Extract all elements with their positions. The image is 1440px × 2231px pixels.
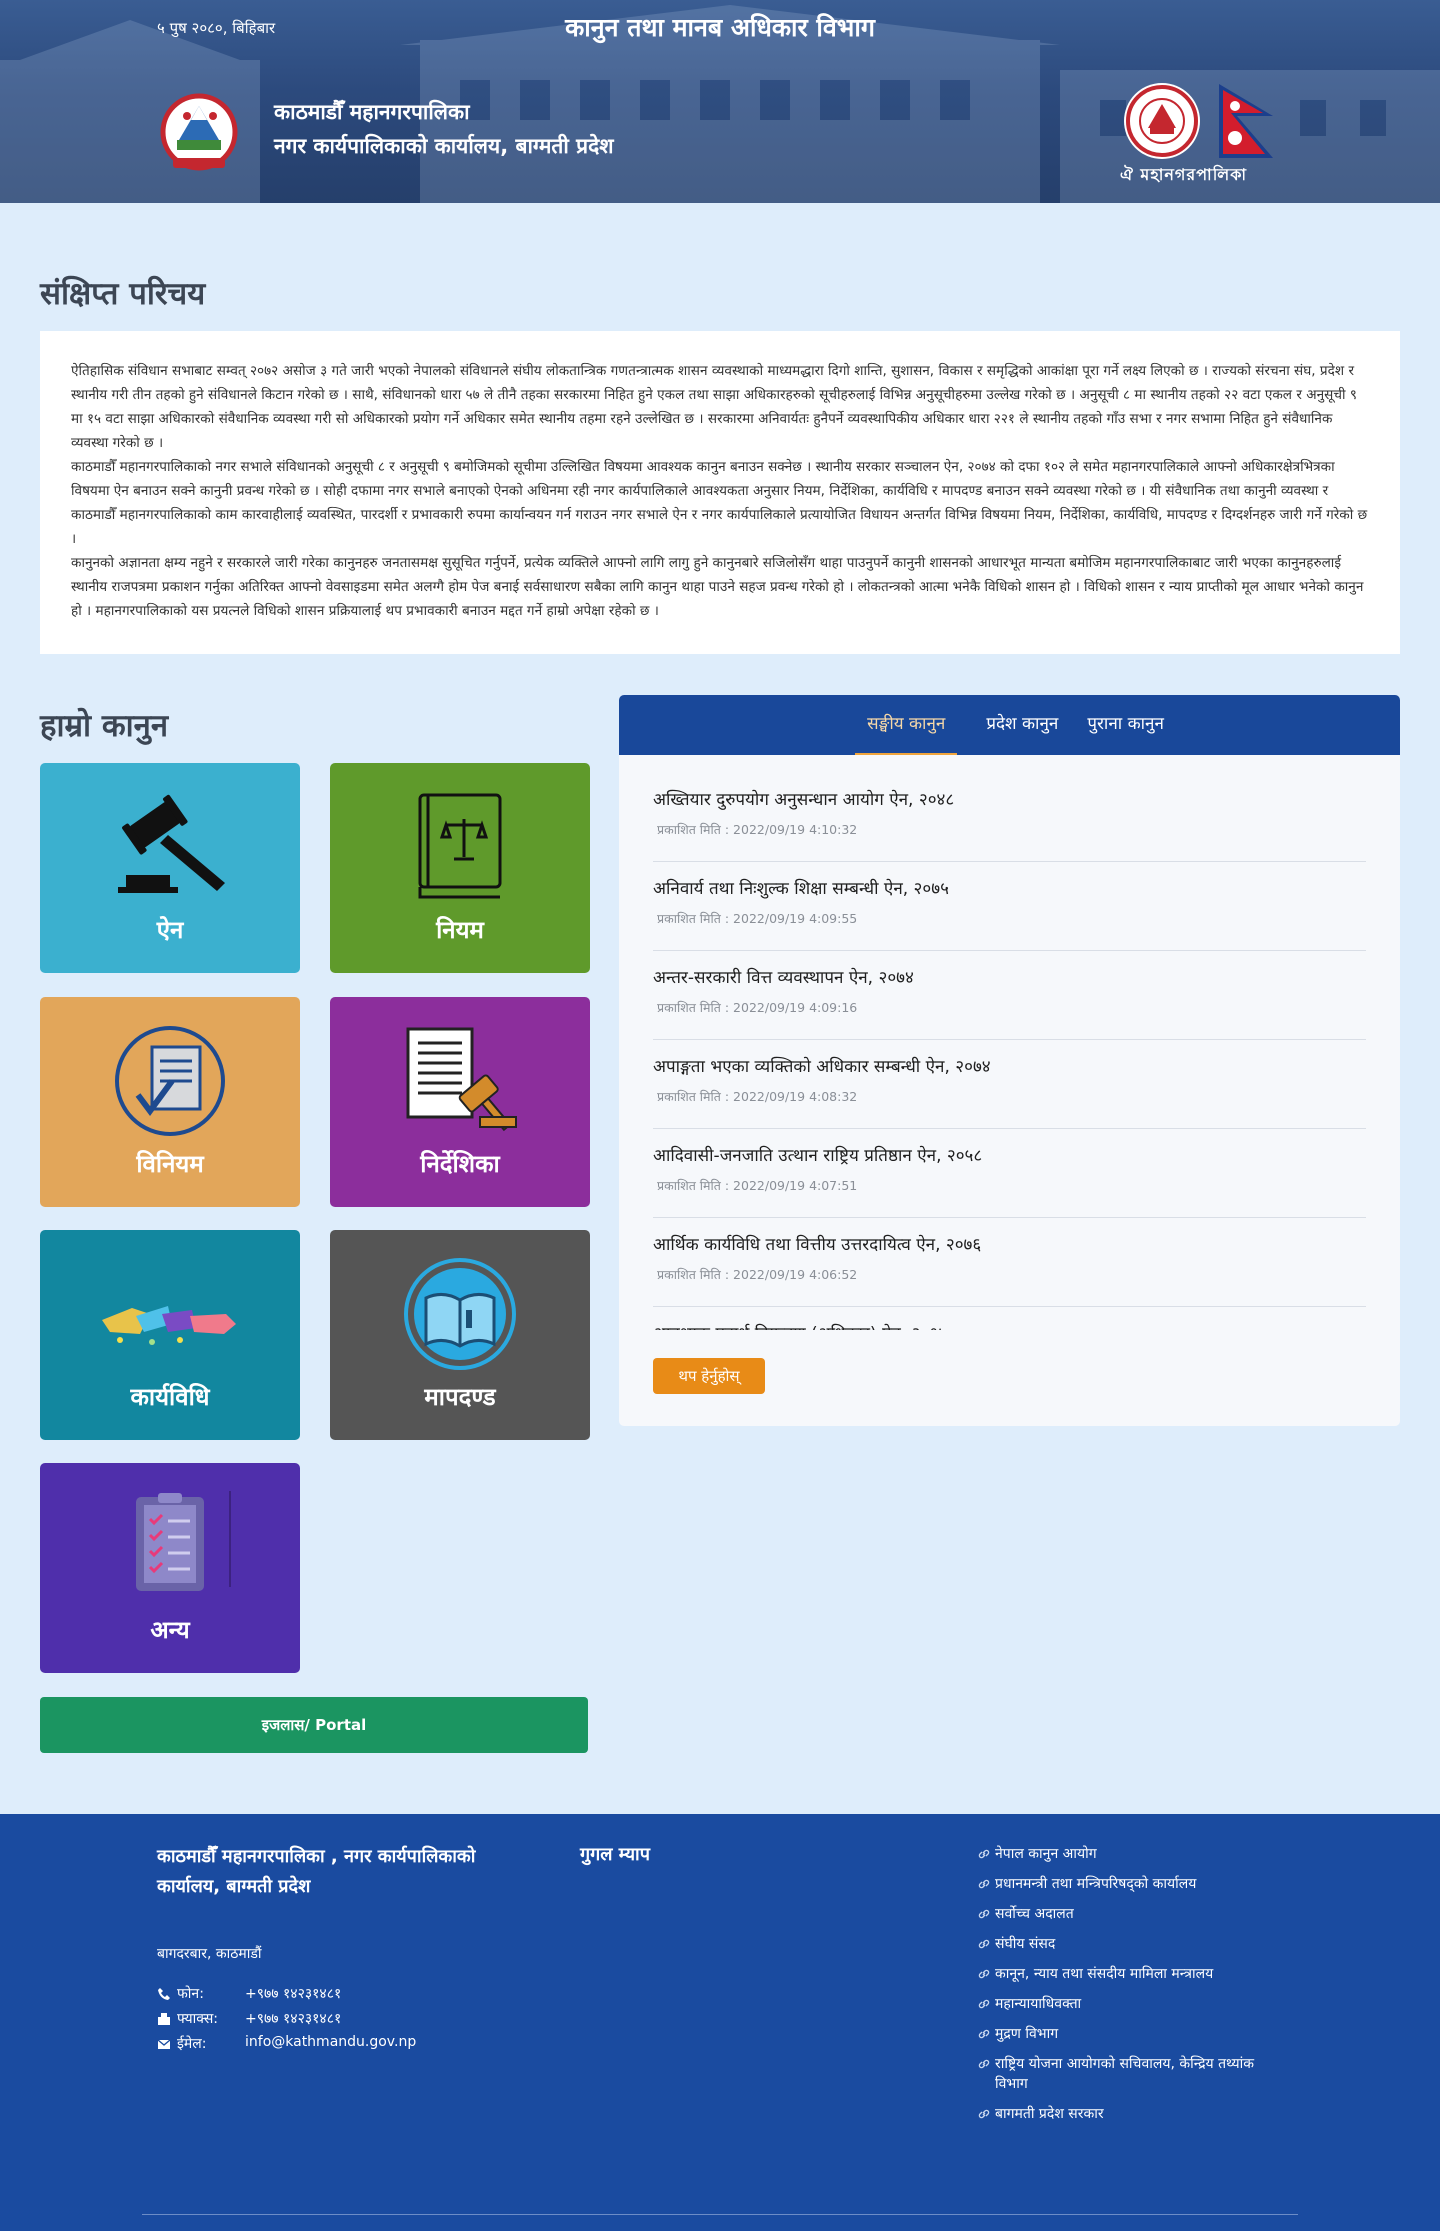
footer-map-title: गुगल म्याप <box>580 1844 650 1865</box>
law-tile-label: विनियम <box>136 1150 204 1178</box>
intro-box: ऐतिहासिक संविधान सभाबाट सम्वत् २०७२ असोज… <box>40 331 1400 654</box>
law-tile-label: अन्य <box>150 1616 190 1644</box>
portal-button[interactable]: इजलास/ Portal <box>40 1697 588 1753</box>
tab-old-law[interactable]: पुराना कानुन <box>1087 695 1164 755</box>
law-item-date: प्रकाशित मिति :2022/09/19 4:09:55 <box>657 911 858 926</box>
law-item-title[interactable]: अख्तियार दुरुपयोग अनुसन्धान आयोग ऐन, २०४… <box>653 787 1366 810</box>
link-icon <box>978 1849 990 1859</box>
law-item-date: प्रकाशित मिति :2022/09/19 4:09:16 <box>657 1000 858 1015</box>
footer-link[interactable]: नेपाल कानुन आयोग <box>977 1844 1287 1864</box>
clipboard-checklist-icon <box>136 1491 231 1591</box>
law-tile-regulation[interactable]: विनियम <box>40 997 300 1207</box>
law-tile-label: कार्यविधि <box>130 1383 210 1411</box>
law-tabs: सङ्घीय कानुन प्रदेश कानुन पुराना कानुन <box>619 695 1400 755</box>
tab-federal-law[interactable]: सङ्घीय कानुन <box>855 695 958 755</box>
office-name: नगर कार्यपालिकाको कार्यालय, बाग्मती प्रद… <box>274 134 614 158</box>
org-name: काठमाडौँ महानगरपालिका <box>274 100 470 124</box>
link-icon <box>978 1939 990 1949</box>
link-icon <box>978 2109 990 2119</box>
law-item-title[interactable]: आर्थिक कार्यविधि तथा वित्तीय उत्तरदायित्… <box>653 1232 1366 1255</box>
intro-paragraph: कानुनको अज्ञानता क्षम्य नहुने र सरकारले … <box>71 555 1364 619</box>
site-header: ५ पुष २०८०, बिहिबार कानुन तथा मानब अधिका… <box>0 0 1440 203</box>
law-list-item[interactable]: आवश्यक पदार्थ नियन्त्रण (अधिकार) ऐन, २०१… <box>653 1307 1366 1330</box>
intro-paragraph: काठमाडौँ महानगरपालिकाको नगर सभाले संविधा… <box>71 459 1368 547</box>
law-item-date: प्रकाशित मिति :2022/09/19 4:07:51 <box>657 1178 858 1193</box>
footer-email: ईमेल: info@kathmandu.gov.np <box>157 2034 416 2053</box>
law-tile-act[interactable]: ऐन <box>40 763 300 973</box>
gavel-document-icon <box>406 1027 517 1132</box>
nepal-flag-icon <box>1219 84 1273 158</box>
footer-link[interactable]: प्रधानमन्त्री तथा मन्त्रिपरिषद्को कार्या… <box>977 1874 1287 1894</box>
link-icon <box>978 1879 990 1889</box>
law-item-title[interactable]: आदिवासी-जनजाति उत्थान राष्ट्रिय प्रतिष्ठ… <box>653 1143 1366 1166</box>
law-item-title[interactable]: अनिवार्य तथा निःशुल्क शिक्षा सम्बन्धी ऐन… <box>653 876 1366 899</box>
footer-org-name: काठमाडौँ महानगरपालिका , नगर कार्यपालिकाक… <box>157 1846 476 1897</box>
see-more-button[interactable]: थप हेर्नुहोस् <box>653 1358 765 1394</box>
law-tile-directive[interactable]: निर्देशिका <box>330 997 590 1207</box>
open-book-icon <box>404 1258 516 1370</box>
nepal-emblem-logo <box>160 93 238 171</box>
footer-link[interactable]: कानून, न्याय तथा संसदीय मामिला मन्त्रालय <box>977 1964 1287 1984</box>
law-tile-label: मापदण्ड <box>424 1383 496 1411</box>
gavel-icon <box>118 794 225 893</box>
municipality-script-text: ঐ মহানগরপালিকা <box>1120 165 1248 184</box>
law-list-item[interactable]: अनिवार्य तथा निःशुल्क शिक्षा सम्बन्धी ऐन… <box>653 862 1366 951</box>
link-icon <box>978 2059 990 2069</box>
law-book-icon <box>418 793 502 899</box>
phone-icon <box>158 1987 170 2000</box>
footer-link[interactable]: महान्यायाधिवक्ता <box>977 1994 1287 2014</box>
site-footer: काठमाडौँ महानगरपालिका , नगर कार्यपालिकाक… <box>0 1814 1440 2231</box>
link-icon <box>978 2029 990 2039</box>
link-icon <box>978 1969 990 1979</box>
law-item-title[interactable]: अन्तर-सरकारी वित्त व्यवस्थापन ऐन, २०७४ <box>653 965 1366 988</box>
link-icon <box>978 1999 990 2009</box>
law-item-title[interactable]: अपाङ्गता भएका व्यक्तिको अधिकार सम्बन्धी … <box>653 1054 1366 1077</box>
law-list-item[interactable]: अन्तर-सरकारी वित्त व्यवस्थापन ऐन, २०७४ प… <box>653 951 1366 1040</box>
law-item-date: प्रकाशित मिति :2022/09/19 4:06:52 <box>657 1267 858 1282</box>
law-list-item[interactable]: आर्थिक कार्यविधि तथा वित्तीय उत्तरदायित्… <box>653 1218 1366 1307</box>
tab-provincial-law[interactable]: प्रदेश कानुन <box>986 695 1058 755</box>
footer-link[interactable]: राष्ट्रिय योजना आयोगको सचिवालय, केन्द्रि… <box>977 2054 1287 2094</box>
law-list-item[interactable]: अपाङ्गता भएका व्यक्तिको अधिकार सम्बन्धी … <box>653 1040 1366 1129</box>
footer-link[interactable]: बागमती प्रदेश सरकार <box>977 2104 1287 2124</box>
footer-link[interactable]: मुद्रण विभाग <box>977 2024 1287 2044</box>
law-item-date: प्रकाशित मिति :2022/09/19 4:10:32 <box>657 822 858 837</box>
law-tile-label: ऐन <box>156 916 184 944</box>
footer-phone: फोन: +९७७ १४२३१४८१ <box>157 1984 341 2003</box>
footer-link[interactable]: सर्वोच्च अदालत <box>977 1904 1287 1924</box>
department-title: कानुन तथा मानब अधिकार विभाग <box>565 13 875 42</box>
law-tile-other[interactable]: अन्य <box>40 1463 300 1673</box>
footer-fax: फ्याक्स: +९७७ १४२३१४८१ <box>157 2009 341 2028</box>
law-tile-procedure[interactable]: कार्यविधि <box>40 1230 300 1440</box>
law-list-item[interactable]: आदिवासी-जनजाति उत्थान राष्ट्रिय प्रतिष्ठ… <box>653 1129 1366 1218</box>
footer-divider <box>142 2214 1298 2215</box>
law-list-panel: सङ्घीय कानुन प्रदेश कानुन पुराना कानुन अ… <box>619 695 1400 1426</box>
law-tile-label: नियम <box>436 916 484 944</box>
process-arrows-icon <box>102 1306 236 1345</box>
laws-title: हाम्रो कानुन <box>40 708 169 744</box>
footer-email-link[interactable]: info@kathmandu.gov.np <box>245 2034 416 2053</box>
document-check-icon <box>115 1026 225 1136</box>
law-item-title[interactable]: आवश्यक पदार्थ नियन्त्रण (अधिकार) ऐन, २०१… <box>653 1321 1366 1330</box>
fax-icon <box>158 2012 170 2025</box>
mail-icon <box>157 2039 171 2049</box>
law-list: अख्तियार दुरुपयोग अनुसन्धान आयोग ऐन, २०४… <box>653 773 1366 1330</box>
link-icon <box>978 1909 990 1919</box>
footer-link[interactable]: संघीय संसद <box>977 1934 1287 1954</box>
law-tile-standard[interactable]: मापदण्ड <box>330 1230 590 1440</box>
law-tile-label: निर्देशिका <box>420 1150 500 1178</box>
intro-title: संक्षिप्त परिचय <box>40 276 206 312</box>
footer-links: नेपाल कानुन आयोग प्रधानमन्त्री तथा मन्त्… <box>977 1844 1287 2134</box>
law-item-date: प्रकाशित मिति :2022/09/19 4:08:32 <box>657 1089 858 1104</box>
intro-paragraph: ऐतिहासिक संविधान सभाबाट सम्वत् २०७२ असोज… <box>71 363 1357 451</box>
municipality-seal-logo <box>1124 83 1200 159</box>
law-tile-rules[interactable]: नियम <box>330 763 590 973</box>
law-list-item[interactable]: अख्तियार दुरुपयोग अनुसन्धान आयोग ऐन, २०४… <box>653 773 1366 862</box>
footer-address: बागदरबार, काठमाडौं <box>157 1946 262 1962</box>
